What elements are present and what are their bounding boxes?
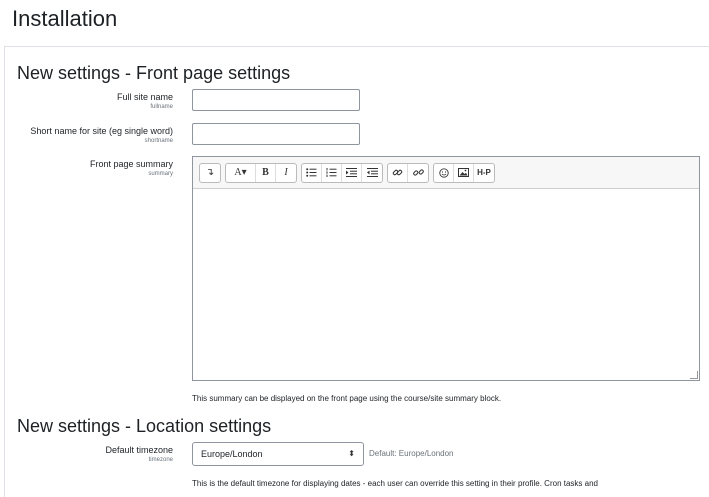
toolbar-group-style: A▾ B I — [225, 162, 297, 183]
front-page-summary-setting-id: summary — [148, 171, 173, 177]
front-page-settings-heading: New settings - Front page settings — [17, 63, 291, 83]
editor-toolbar: ↴ A▾ B I H-P — [193, 157, 699, 189]
toolbar-group-media: H-P — [433, 162, 495, 183]
outdent-icon[interactable] — [362, 164, 382, 182]
unordered-list-icon[interactable] — [302, 163, 322, 182]
front-page-summary-editor[interactable]: ↴ A▾ B I H-P — [192, 156, 700, 381]
editor-resize-handle[interactable] — [690, 371, 698, 379]
short-name-setting-id: shortname — [144, 138, 173, 144]
timezone-selected-value: Europe/London — [201, 449, 263, 459]
indent-icon[interactable] — [342, 163, 362, 182]
location-settings-heading: New settings - Location settings — [17, 416, 272, 436]
full-site-name-setting-id: fullname — [150, 104, 173, 110]
toolbar-group-links — [387, 162, 429, 183]
full-site-name-label: Full site name — [116, 92, 173, 102]
toolbar-group-collapse: ↴ — [199, 162, 221, 183]
emoji-icon[interactable] — [434, 163, 454, 182]
bold-icon[interactable]: B — [256, 163, 276, 182]
link-icon[interactable] — [388, 163, 408, 182]
timezone-help: This is the default timezone for display… — [192, 479, 598, 488]
timezone-default-note: Default: Europe/London — [369, 449, 454, 458]
front-page-summary-label: Front page summary — [89, 159, 173, 169]
timezone-select[interactable]: Europe/London ⬍ — [192, 442, 364, 466]
front-page-summary-help: This summary can be displayed on the fro… — [192, 394, 502, 403]
h5p-icon[interactable]: H-P — [474, 164, 494, 182]
font-style-icon[interactable]: A▾ — [226, 163, 256, 182]
ordered-list-icon[interactable] — [322, 163, 342, 182]
full-site-name-input[interactable] — [192, 89, 360, 111]
unlink-icon[interactable] — [408, 164, 428, 182]
page-title: Installation — [12, 6, 118, 31]
collapse-icon[interactable]: ↴ — [200, 164, 220, 182]
italic-icon[interactable]: I — [276, 164, 296, 182]
short-name-label: Short name for site (eg single word) — [30, 126, 173, 136]
image-icon[interactable] — [454, 163, 474, 182]
content-border — [4, 46, 5, 497]
short-name-input[interactable] — [192, 123, 360, 145]
chevron-updown-icon: ⬍ — [348, 449, 355, 458]
toolbar-group-lists — [301, 162, 383, 183]
default-timezone-label: Default timezone — [105, 445, 173, 455]
timezone-setting-id: timezone — [148, 457, 173, 463]
divider — [4, 46, 709, 47]
